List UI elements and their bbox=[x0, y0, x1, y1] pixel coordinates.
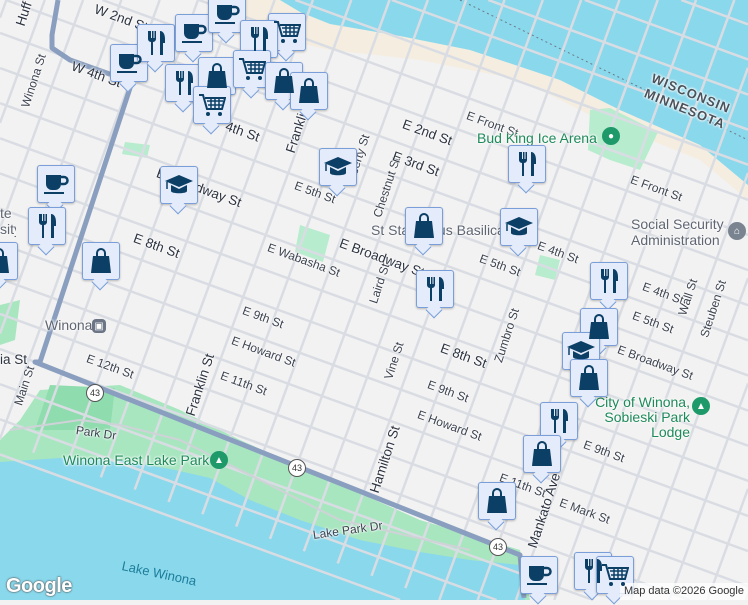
highway-43-shield: 43 bbox=[288, 459, 306, 477]
highway-43-shield: 43 bbox=[489, 538, 507, 556]
shopping-icon bbox=[0, 248, 9, 273]
coffee-icon bbox=[215, 5, 240, 24]
grocery-icon bbox=[199, 94, 226, 116]
shopping-marker[interactable] bbox=[405, 207, 443, 245]
google-logo: Google bbox=[6, 575, 72, 597]
restaurant-icon bbox=[519, 152, 536, 176]
grocery-marker[interactable] bbox=[193, 86, 231, 124]
highway-43-shield: 43 bbox=[86, 384, 104, 402]
tree-icon[interactable]: ▲ bbox=[210, 451, 228, 469]
coffee-icon bbox=[117, 54, 142, 73]
ssa-label[interactable]: Social Security Administration bbox=[631, 216, 726, 248]
shopping-icon bbox=[589, 314, 609, 339]
train-station-icon[interactable]: ▣ bbox=[92, 319, 106, 333]
shopping-icon bbox=[207, 63, 227, 88]
coffee-marker[interactable] bbox=[520, 556, 558, 594]
restaurant-icon bbox=[551, 409, 568, 433]
shopping-marker[interactable] bbox=[0, 242, 18, 280]
school-marker[interactable] bbox=[160, 166, 198, 204]
restaurant-icon bbox=[601, 269, 618, 293]
school-icon bbox=[567, 341, 595, 360]
map-attribution[interactable]: Map data ©2026 Google bbox=[619, 583, 748, 600]
shopping-icon bbox=[299, 78, 319, 103]
grocery-icon bbox=[602, 564, 629, 586]
shopping-icon bbox=[274, 68, 294, 93]
coffee-icon bbox=[182, 24, 207, 43]
street bbox=[0, 0, 8, 19]
bud-king-ice-arena-label[interactable]: Bud King Ice Arena bbox=[477, 130, 597, 146]
grocery-icon bbox=[274, 21, 301, 43]
restaurant-marker[interactable] bbox=[590, 262, 628, 300]
sobieski-lodge-label[interactable]: City of Winona, Sobieski Park Lodge bbox=[595, 395, 690, 440]
grocery-icon bbox=[239, 58, 266, 80]
restaurant-icon bbox=[148, 31, 165, 55]
shopping-marker[interactable] bbox=[523, 435, 561, 473]
school-marker[interactable] bbox=[500, 208, 538, 246]
restaurant-icon bbox=[251, 27, 268, 51]
coffee-icon bbox=[527, 566, 552, 585]
tree-icon[interactable]: ▲ bbox=[692, 397, 710, 415]
shopping-icon bbox=[579, 365, 599, 390]
shopping-marker[interactable] bbox=[82, 242, 120, 280]
street-label: ia St bbox=[0, 352, 28, 367]
coffee-marker[interactable] bbox=[37, 165, 75, 203]
state-university-label[interactable]: te sity bbox=[0, 205, 16, 237]
restaurant-icon bbox=[427, 277, 444, 301]
park-pin-icon[interactable]: ● bbox=[602, 127, 620, 145]
shopping-marker[interactable] bbox=[478, 482, 516, 520]
restaurant-marker[interactable] bbox=[416, 270, 454, 308]
government-building-icon[interactable]: ⌂ bbox=[728, 222, 746, 240]
restaurant-marker[interactable] bbox=[28, 207, 66, 245]
restaurant-marker[interactable] bbox=[508, 145, 546, 183]
winona-station-label[interactable]: Winona bbox=[45, 317, 92, 333]
shopping-icon bbox=[414, 213, 434, 238]
school-icon bbox=[165, 175, 193, 194]
coffee-icon bbox=[44, 175, 69, 194]
restaurant-marker[interactable] bbox=[137, 24, 175, 62]
shopping-icon bbox=[532, 441, 552, 466]
school-icon bbox=[324, 157, 352, 176]
east-lake-park-label[interactable]: Winona East Lake Park bbox=[63, 452, 209, 468]
shopping-icon bbox=[487, 488, 507, 513]
shopping-marker[interactable] bbox=[570, 359, 608, 397]
restaurant-icon bbox=[176, 71, 193, 95]
school-marker[interactable] bbox=[319, 148, 357, 186]
shopping-icon bbox=[91, 248, 111, 273]
school-icon bbox=[505, 217, 533, 236]
restaurant-icon bbox=[39, 214, 56, 238]
